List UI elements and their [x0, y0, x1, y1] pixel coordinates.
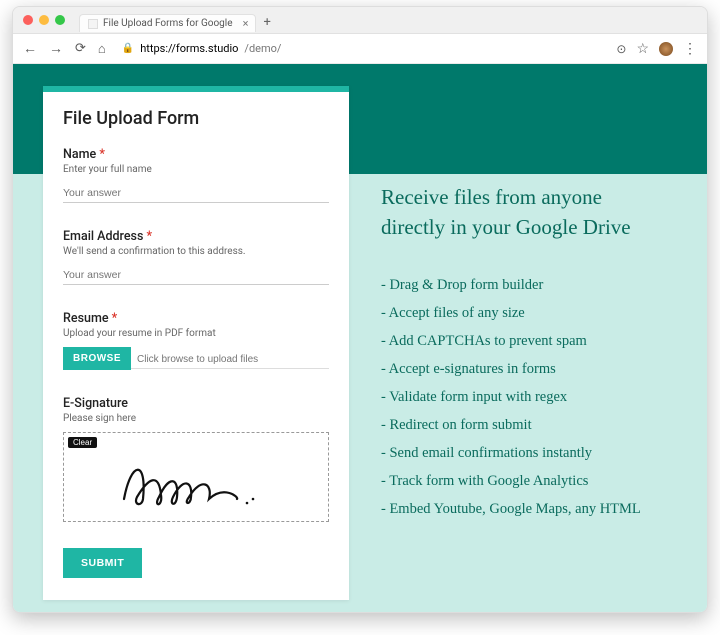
email-field: Email Address * We'll send a confirmatio… — [63, 229, 329, 285]
name-label: Name — [63, 147, 96, 162]
signature-field: E-Signature Please sign here Clear — [63, 396, 329, 522]
forward-button[interactable]: → — [49, 40, 63, 57]
browser-tab[interactable]: File Upload Forms for Google × — [79, 14, 256, 32]
list-item: - Redirect on form submit — [381, 417, 677, 434]
address-bar[interactable]: 🔒 https://forms.studio/demo/ — [118, 40, 605, 57]
email-input[interactable] — [63, 263, 329, 285]
name-input[interactable] — [63, 181, 329, 203]
maximize-window-dot[interactable] — [55, 15, 65, 25]
resume-help: Upload your resume in PDF format — [63, 328, 329, 339]
name-field: Name * Enter your full name — [63, 147, 329, 203]
close-window-dot[interactable] — [23, 15, 33, 25]
search-icon[interactable]: ⊙ — [616, 42, 626, 56]
promo-headline-l1: Receive files from anyone — [381, 185, 602, 209]
promo-column: Receive files from anyone directly in yo… — [381, 86, 677, 592]
promo-headline-l2: directly in your Google Drive — [381, 215, 631, 239]
reload-button[interactable]: ⟳ — [75, 41, 86, 56]
back-button[interactable]: ← — [23, 40, 37, 57]
list-item: - Accept files of any size — [381, 305, 677, 322]
tab-strip: File Upload Forms for Google × + — [13, 7, 707, 34]
browser-window: File Upload Forms for Google × + ← → ⟳ ⌂… — [12, 6, 708, 613]
signature-label: E-Signature — [63, 396, 128, 411]
resume-label: Resume — [63, 311, 109, 326]
signature-canvas[interactable]: Clear — [63, 432, 329, 522]
signature-stroke — [119, 457, 269, 513]
list-item: - Validate form input with regex — [381, 389, 677, 406]
home-button[interactable]: ⌂ — [98, 41, 106, 57]
name-help: Enter your full name — [63, 164, 329, 175]
browser-menu-icon[interactable]: ⋮ — [683, 41, 697, 57]
lock-icon: 🔒 — [122, 43, 134, 54]
minimize-window-dot[interactable] — [39, 15, 49, 25]
page-viewport: File Upload Form Name * Enter your full … — [13, 64, 707, 612]
signature-help: Please sign here — [63, 413, 329, 424]
profile-avatar[interactable] — [659, 42, 673, 56]
promo-headline: Receive files from anyone directly in yo… — [381, 182, 677, 243]
file-path-input[interactable] — [131, 349, 329, 369]
list-item: - Embed Youtube, Google Maps, any HTML — [381, 501, 677, 518]
new-tab-button[interactable]: + — [264, 15, 271, 30]
traffic-lights — [23, 15, 65, 25]
email-label: Email Address — [63, 229, 143, 244]
required-star: * — [99, 147, 105, 162]
form-card: File Upload Form Name * Enter your full … — [43, 86, 349, 600]
url-host: https://forms.studio — [140, 42, 238, 55]
url-path: /demo/ — [244, 42, 281, 55]
resume-field: Resume * Upload your resume in PDF forma… — [63, 311, 329, 370]
submit-button[interactable]: SUBMIT — [63, 548, 142, 578]
browse-button[interactable]: BROWSE — [63, 347, 131, 370]
close-tab-icon[interactable]: × — [243, 17, 249, 30]
clear-button[interactable]: Clear — [68, 437, 97, 448]
list-item: - Send email confirmations instantly — [381, 445, 677, 462]
required-star: * — [147, 229, 153, 244]
list-item: - Drag & Drop form builder — [381, 277, 677, 294]
promo-list: - Drag & Drop form builder - Accept file… — [381, 277, 677, 518]
favicon-icon — [88, 19, 98, 29]
list-item: - Add CAPTCHAs to prevent spam — [381, 333, 677, 350]
email-help: We'll send a confirmation to this addres… — [63, 246, 329, 257]
list-item: - Track form with Google Analytics — [381, 473, 677, 490]
tab-title: File Upload Forms for Google — [103, 18, 233, 29]
form-title: File Upload Form — [63, 108, 329, 129]
required-star: * — [112, 311, 118, 326]
list-item: - Accept e-signatures in forms — [381, 361, 677, 378]
nav-bar: ← → ⟳ ⌂ 🔒 https://forms.studio/demo/ ⊙ ☆… — [13, 34, 707, 64]
star-icon[interactable]: ☆ — [636, 41, 649, 57]
